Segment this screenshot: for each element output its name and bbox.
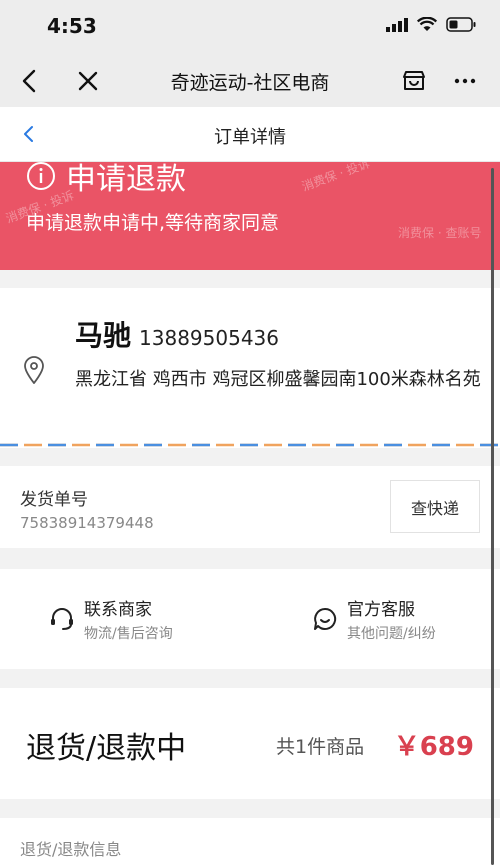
watermark: 消费保 · 投诉 (299, 162, 372, 194)
refund-status-banner: 申请退款 申请退款申请中,等待商家同意 消费保 · 投诉 消费保 · 查账号 消… (0, 162, 500, 270)
address-detail: 黑龙江省 鸡西市 鸡冠区柳盛馨园南100米森林名苑 (75, 369, 481, 390)
battery-icon (446, 17, 476, 32)
headset-icon (51, 608, 73, 630)
track-package-button[interactable]: 查快递 (390, 480, 480, 533)
scrollbar[interactable] (491, 168, 494, 865)
address-border-stripe (0, 443, 500, 447)
order-summary-card[interactable]: 退货/退款中 共1件商品 ￥689 (0, 688, 500, 799)
store-icon[interactable] (401, 68, 427, 94)
more-icon[interactable] (452, 68, 478, 94)
customer-service-card: 联系商家 物流/售后咨询 官方客服 其他问题/纠纷 (0, 569, 500, 669)
shipment-card: 发货单号 75838914379448 查快递 (0, 466, 500, 548)
recipient-info: 马驰 13889505436 (75, 314, 279, 354)
refund-info-label: 退货/退款信息 (20, 840, 122, 859)
status-time: 4:53 (47, 14, 97, 38)
order-item-count: 共1件商品 (276, 736, 365, 758)
contact-merchant-text: 联系商家 物流/售后咨询 (84, 595, 173, 643)
contact-merchant-button[interactable]: 联系商家 物流/售后咨询 (48, 595, 173, 643)
contact-merchant-subtitle: 物流/售后咨询 (84, 626, 173, 642)
status-bar: 4:53 (0, 0, 500, 55)
location-pin-icon (24, 356, 44, 384)
page-title: 订单详情 (214, 127, 286, 148)
watermark: 消费保 · 查账号 (398, 226, 482, 240)
chat-bubble-icon (314, 607, 337, 630)
order-total-price: ￥689 (393, 732, 474, 762)
official-support-subtitle: 其他问题/纠纷 (347, 626, 436, 642)
official-support-button[interactable]: 官方客服 其他问题/纠纷 (311, 595, 436, 643)
status-icons (386, 17, 476, 32)
refund-status-text: 申请退款申请中,等待商家同意 (26, 212, 280, 234)
official-support-text: 官方客服 其他问题/纠纷 (347, 595, 436, 643)
contact-merchant-title: 联系商家 (84, 600, 152, 620)
refund-heading-text: 申请退款 (66, 162, 186, 197)
wifi-icon (417, 17, 437, 31)
recipient-name: 马驰 (75, 319, 132, 352)
wechat-nav-bar: 奇迹运动-社区电商 (0, 55, 500, 107)
order-status: 退货/退款中 (26, 731, 187, 766)
official-support-title: 官方客服 (347, 600, 415, 620)
refund-info-card: 退货/退款信息 (0, 818, 500, 865)
page-header: 订单详情 (0, 107, 500, 162)
recipient-phone: 13889505436 (139, 326, 279, 350)
signal-icon (386, 17, 408, 32)
shipping-address-card[interactable]: 马驰 13889505436 黑龙江省 鸡西市 鸡冠区柳盛馨园南100米森林名苑 (0, 288, 500, 448)
shipment-number: 75838914379448 (20, 514, 154, 532)
info-icon (27, 162, 55, 190)
shipment-label: 发货单号 (20, 490, 88, 510)
